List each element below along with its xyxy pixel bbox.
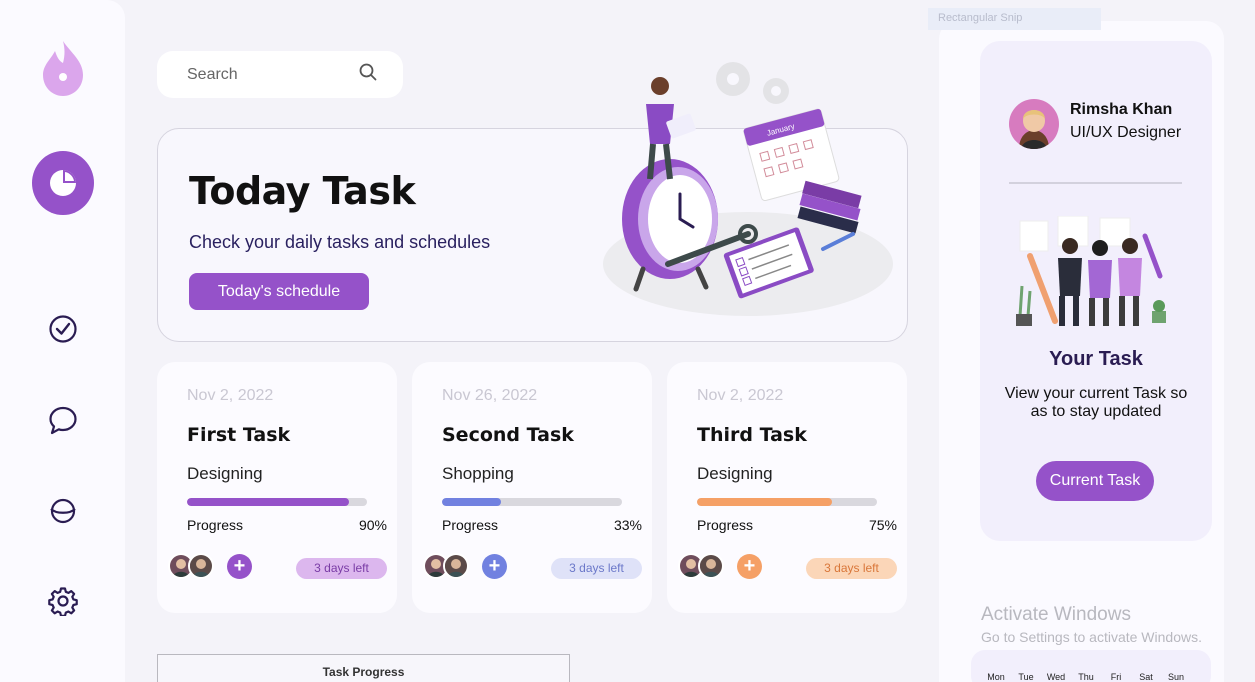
task-date: Nov 2, 2022 — [697, 387, 784, 404]
days-left-badge: 3 days left — [296, 558, 387, 579]
progress-fill — [697, 498, 832, 506]
task-category: Designing — [187, 464, 263, 483]
sidebar — [0, 0, 125, 682]
days-left-badge: 3 days left — [551, 558, 642, 579]
avatar — [188, 553, 214, 579]
progress-label: Progress — [697, 517, 754, 533]
search-bar — [157, 51, 403, 98]
page-title: Today Task — [189, 169, 416, 213]
today-task-banner: Today Task Check your daily tasks and sc… — [157, 62, 908, 342]
current-task-button[interactable]: Current Task — [1036, 461, 1154, 501]
task-category: Designing — [697, 464, 773, 483]
profile-role: UI/UX Designer — [1070, 124, 1182, 141]
progress-fill — [187, 498, 349, 506]
activate-windows-title: Activate Windows — [981, 604, 1131, 625]
snip-tool-label: Rectangular Snip — [928, 8, 1101, 30]
schedule-illustration: January — [603, 62, 893, 316]
progress-value: 75% — [868, 517, 897, 533]
weekday-label: Sun — [1167, 672, 1184, 682]
weekday-label: Wed — [1046, 672, 1066, 682]
progress-bar — [697, 498, 877, 506]
progress-bar — [187, 498, 367, 506]
task-progress-title: Task Progress — [322, 665, 405, 679]
task-date: Nov 2, 2022 — [187, 387, 274, 404]
progress-fill — [442, 498, 502, 506]
weekday-label: Mon — [987, 672, 1005, 682]
weekday-label: Fri — [1110, 672, 1122, 682]
search-input[interactable] — [187, 65, 357, 84]
task-card[interactable]: Nov 2, 2022 First Task Designing Progres… — [157, 362, 397, 613]
progress-label: Progress — [187, 517, 244, 533]
avatar — [443, 553, 469, 579]
settings-nav[interactable] — [0, 585, 125, 617]
add-member-button[interactable]: + — [482, 554, 507, 579]
chat-icon — [48, 406, 77, 435]
progress-value: 33% — [613, 517, 642, 533]
weekday-label: Sat — [1139, 672, 1153, 682]
messages-nav[interactable] — [0, 405, 125, 437]
today-schedule-button[interactable]: Today's schedule — [189, 273, 369, 310]
avatar — [698, 553, 724, 579]
team-illustration — [1016, 216, 1166, 326]
your-task-title: Your Task — [1049, 348, 1143, 370]
progress-label: Progress — [442, 517, 499, 533]
profile-panel: Rimsha Khan UI/UX Designer Your Task Vie… — [980, 41, 1212, 541]
divider — [1009, 182, 1182, 184]
task-card[interactable]: Nov 2, 2022 Third Task Designing Progres… — [667, 362, 907, 613]
check-circle-icon — [48, 315, 77, 343]
task-title: Second Task — [442, 424, 574, 446]
planet-icon — [49, 498, 76, 524]
task-progress-panel: Task Progress — [157, 654, 570, 682]
gear-icon — [47, 587, 78, 616]
flame-logo-icon — [0, 38, 125, 98]
progress-value: 90% — [358, 517, 387, 533]
avatar[interactable] — [1009, 99, 1059, 149]
assignee-avatars — [678, 553, 724, 579]
your-task-description: View your current Task so as to stay upd… — [1004, 385, 1188, 420]
dashboard-nav[interactable] — [0, 151, 125, 215]
banner-subtitle: Check your daily tasks and schedules — [189, 232, 491, 252]
task-date: Nov 26, 2022 — [442, 387, 538, 404]
add-member-button[interactable]: + — [737, 554, 762, 579]
assignee-avatars — [168, 553, 214, 579]
tasks-nav[interactable] — [0, 314, 125, 344]
explore-nav[interactable] — [0, 496, 125, 526]
assignee-avatars — [423, 553, 469, 579]
pie-chart-icon — [31, 151, 94, 215]
calendar-weekdays: Mon Tue Wed Thu Fri Sat Sun — [981, 672, 1191, 682]
weekday-label: Thu — [1078, 672, 1094, 682]
task-title: First Task — [187, 424, 291, 446]
calendar-widget: Mon Tue Wed Thu Fri Sat Sun — [971, 650, 1211, 682]
progress-bar — [442, 498, 622, 506]
activate-windows-subtitle: Go to Settings to activate Windows. — [981, 629, 1202, 645]
days-left-badge: 3 days left — [806, 558, 897, 579]
task-title: Third Task — [697, 424, 807, 446]
search-icon[interactable] — [359, 63, 377, 86]
profile-name: Rimsha Khan — [1070, 101, 1173, 118]
task-category: Shopping — [442, 464, 514, 483]
task-card[interactable]: Nov 26, 2022 Second Task Shopping Progre… — [412, 362, 652, 613]
add-member-button[interactable]: + — [227, 554, 252, 579]
weekday-label: Tue — [1018, 672, 1034, 682]
